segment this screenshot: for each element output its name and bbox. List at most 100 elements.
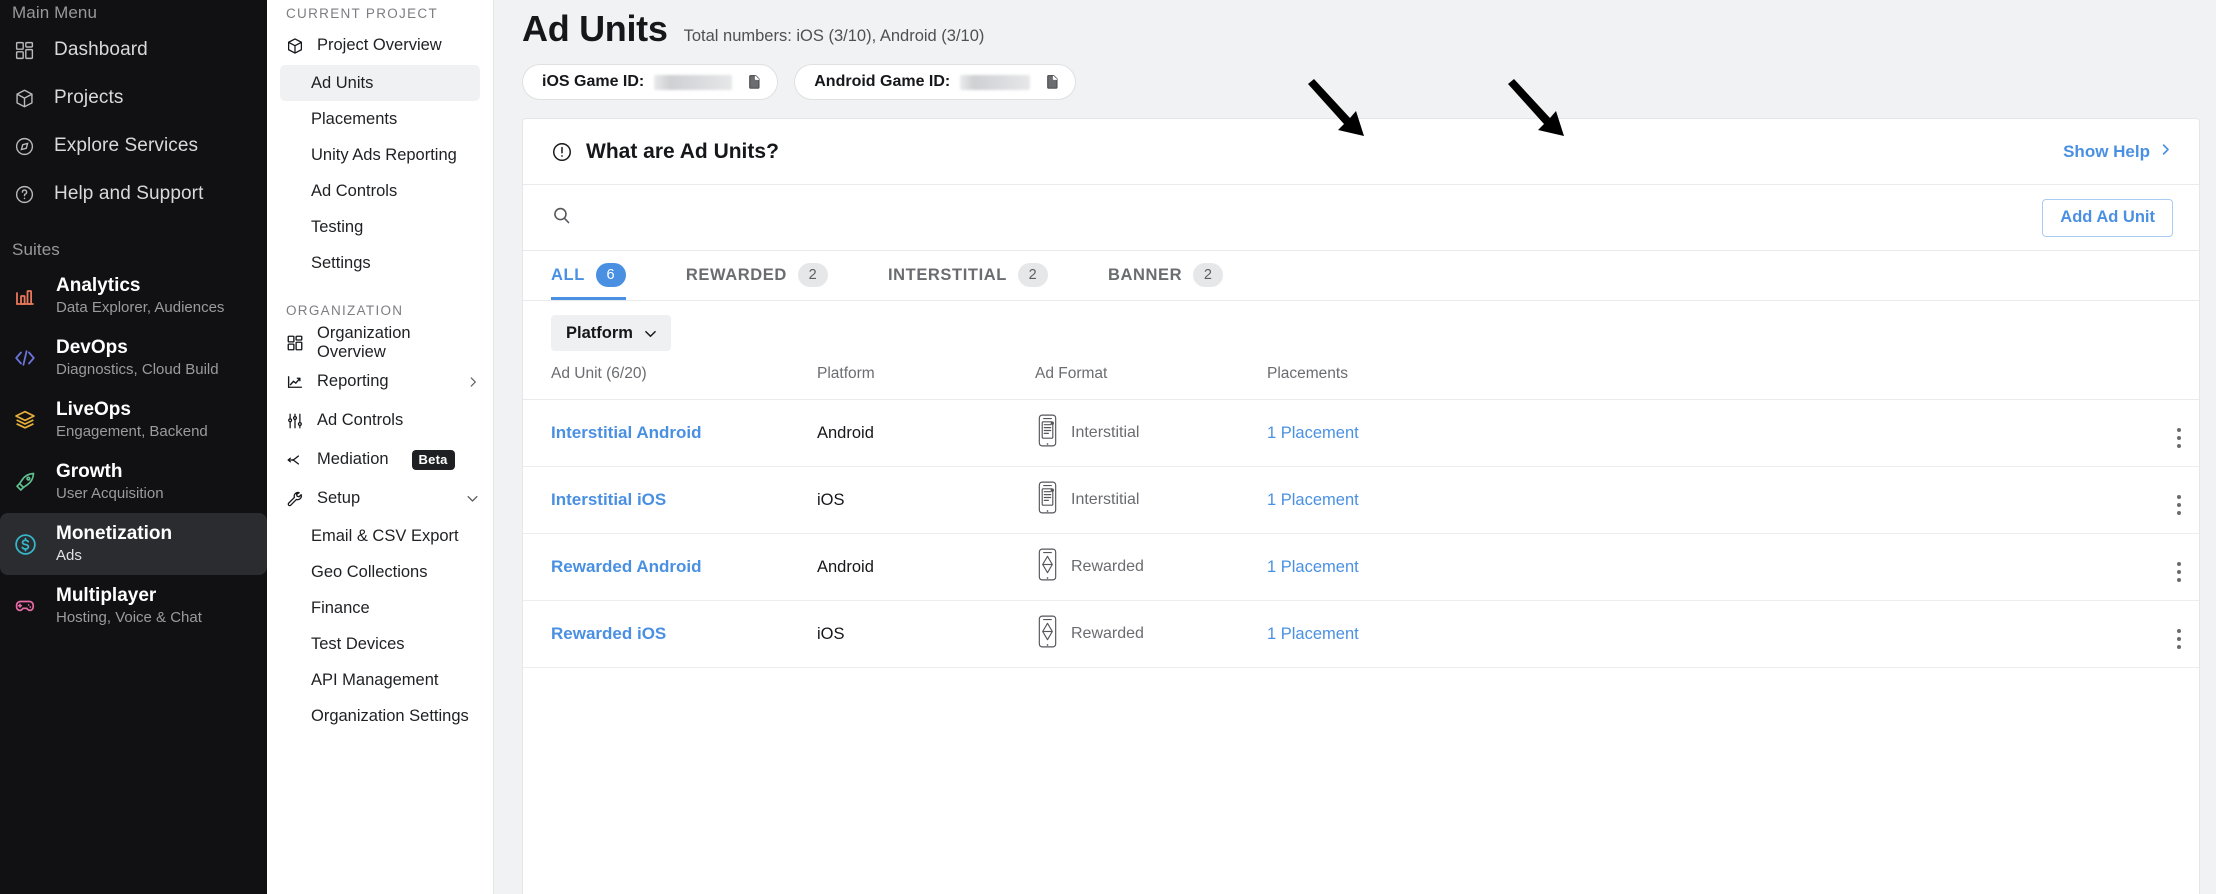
nav-item-settings[interactable]: Settings <box>280 245 480 281</box>
sidebar-item-help-and-support[interactable]: Help and Support <box>0 170 267 218</box>
ad-unit-platform: Android <box>817 558 874 576</box>
nav-item-test-devices[interactable]: Test Devices <box>280 626 480 662</box>
nav-group-organization: ORGANIZATION <box>280 297 480 323</box>
nav-item-label: Ad Units <box>311 74 373 93</box>
gamepad-icon <box>12 593 38 619</box>
copy-icon[interactable] <box>744 73 763 92</box>
placements-link[interactable]: 1 Placement <box>1267 424 1359 442</box>
main-sidebar: Main Menu Dashboard Projects <box>0 0 267 894</box>
sidebar-item-explore-services[interactable]: Explore Services <box>0 122 267 170</box>
nav-item-testing[interactable]: Testing <box>280 209 480 245</box>
layers-icon <box>12 407 38 433</box>
sidebar-suite-liveops[interactable]: LiveOps Engagement, Backend <box>0 389 267 451</box>
tab-label: INTERSTITIAL <box>888 266 1007 285</box>
nav-item-ad-units[interactable]: Ad Units <box>280 65 480 101</box>
mediation-icon <box>286 451 304 469</box>
cube-icon <box>286 37 304 55</box>
platform-filter-button[interactable]: Platform <box>551 315 671 351</box>
tab-label: ALL <box>551 266 585 285</box>
nav-item-geo-collections[interactable]: Geo Collections <box>280 554 480 590</box>
ad-unit-format-label: Rewarded <box>1071 625 1144 643</box>
chevron-down-icon <box>465 491 480 506</box>
sidebar-suite-devops[interactable]: DevOps Diagnostics, Cloud Build <box>0 327 267 389</box>
help-banner: What are Ad Units? Show Help <box>523 119 2199 185</box>
nav-item-organization-overview[interactable]: Organization Overview <box>280 323 480 362</box>
placements-link[interactable]: 1 Placement <box>1267 625 1359 643</box>
table-row: Rewarded iOS iOS <box>523 601 2199 668</box>
nav-item-setup[interactable]: Setup <box>280 479 480 518</box>
nav-item-finance[interactable]: Finance <box>280 590 480 626</box>
tab-all[interactable]: ALL 6 <box>551 250 648 300</box>
tab-banner[interactable]: BANNER 2 <box>1108 250 1245 300</box>
sidebar-item-dashboard[interactable]: Dashboard <box>0 26 267 74</box>
nav-item-unity-ads-reporting[interactable]: Unity Ads Reporting <box>280 137 480 173</box>
nav-item-label: Ad Controls <box>311 182 397 201</box>
sidebar-section-suites: Suites <box>0 235 267 265</box>
table-row: Interstitial iOS iOS <box>523 467 2199 534</box>
ad-unit-platform: Android <box>817 424 874 442</box>
nav-item-project-overview[interactable]: Project Overview <box>280 26 480 65</box>
nav-item-email-csv-export[interactable]: Email & CSV Export <box>280 518 480 554</box>
sidebar-item-projects[interactable]: Projects <box>0 74 267 122</box>
suite-subtitle: Data Explorer, Audiences <box>56 299 224 316</box>
nav-item-label: Setup <box>317 489 360 508</box>
show-help-link[interactable]: Show Help <box>2063 142 2173 162</box>
kebab-menu-icon[interactable] <box>2177 495 2199 515</box>
suite-name: Growth <box>56 461 164 483</box>
table-row: Rewarded Android Android <box>523 534 2199 601</box>
main-content: Ad Units Total numbers: iOS (3/10), Andr… <box>494 0 2216 894</box>
placements-link[interactable]: 1 Placement <box>1267 491 1359 509</box>
nav-item-ad-controls-org[interactable]: Ad Controls <box>280 401 480 440</box>
sidebar-suite-analytics[interactable]: Analytics Data Explorer, Audiences <box>0 265 267 327</box>
tab-count-badge: 2 <box>798 263 828 287</box>
nav-item-organization-settings[interactable]: Organization Settings <box>280 698 480 734</box>
nav-item-label: Organization Overview <box>317 324 480 362</box>
info-circle-icon <box>551 141 573 163</box>
placements-link[interactable]: 1 Placement <box>1267 558 1359 576</box>
tab-rewarded[interactable]: REWARDED 2 <box>686 250 850 300</box>
cube-icon <box>12 86 36 110</box>
kebab-menu-icon[interactable] <box>2177 562 2199 582</box>
nav-item-ad-controls-project[interactable]: Ad Controls <box>280 173 480 209</box>
nav-item-mediation[interactable]: Mediation Beta <box>280 440 480 479</box>
add-ad-unit-button[interactable]: Add Ad Unit <box>2042 199 2173 237</box>
suite-subtitle: User Acquisition <box>56 485 164 502</box>
search-toolbar: Add Ad Unit <box>523 185 2199 251</box>
wrench-icon <box>286 490 304 508</box>
show-help-label: Show Help <box>2063 142 2150 162</box>
nav-item-label: Mediation <box>317 450 389 469</box>
ad-unit-platform: iOS <box>817 625 845 643</box>
ad-unit-name-link[interactable]: Rewarded Android <box>551 557 702 576</box>
ios-game-id-chip[interactable]: iOS Game ID: <box>522 64 778 100</box>
ad-unit-name-link[interactable]: Rewarded iOS <box>551 624 666 643</box>
bar-chart-icon <box>12 283 38 309</box>
copy-icon[interactable] <box>1042 73 1061 92</box>
column-header-ad-unit: Ad Unit (6/20) <box>523 365 817 400</box>
code-brackets-icon <box>12 345 38 371</box>
android-game-id-value-redacted <box>960 75 1030 90</box>
sidebar-item-label: Projects <box>54 87 123 109</box>
nav-item-placements[interactable]: Placements <box>280 101 480 137</box>
ios-game-id-label: iOS Game ID: <box>542 73 644 91</box>
help-banner-title: What are Ad Units? <box>586 140 779 164</box>
sidebar-suite-monetization[interactable]: Monetization Ads <box>0 513 267 575</box>
nav-item-api-management[interactable]: API Management <box>280 662 480 698</box>
sliders-icon <box>286 412 304 430</box>
nav-group-current-project: CURRENT PROJECT <box>280 0 480 26</box>
search-icon <box>551 205 572 231</box>
tab-interstitial[interactable]: INTERSTITIAL 2 <box>888 250 1070 300</box>
kebab-menu-icon[interactable] <box>2177 629 2199 649</box>
ad-unit-name-link[interactable]: Interstitial Android <box>551 423 702 442</box>
nav-item-label: Project Overview <box>317 36 442 55</box>
table-row: Interstitial Android Android <box>523 400 2199 467</box>
platform-filter-label: Platform <box>566 324 633 343</box>
search-input[interactable] <box>584 203 984 233</box>
sidebar-suite-multiplayer[interactable]: Multiplayer Hosting, Voice & Chat <box>0 575 267 637</box>
sidebar-suite-growth[interactable]: Growth User Acquisition <box>0 451 267 513</box>
suite-subtitle: Ads <box>56 547 172 564</box>
kebab-menu-icon[interactable] <box>2177 428 2199 448</box>
android-game-id-chip[interactable]: Android Game ID: <box>794 64 1076 100</box>
ad-unit-name-link[interactable]: Interstitial iOS <box>551 490 666 509</box>
rocket-icon <box>12 469 38 495</box>
nav-item-reporting[interactable]: Reporting <box>280 362 480 401</box>
